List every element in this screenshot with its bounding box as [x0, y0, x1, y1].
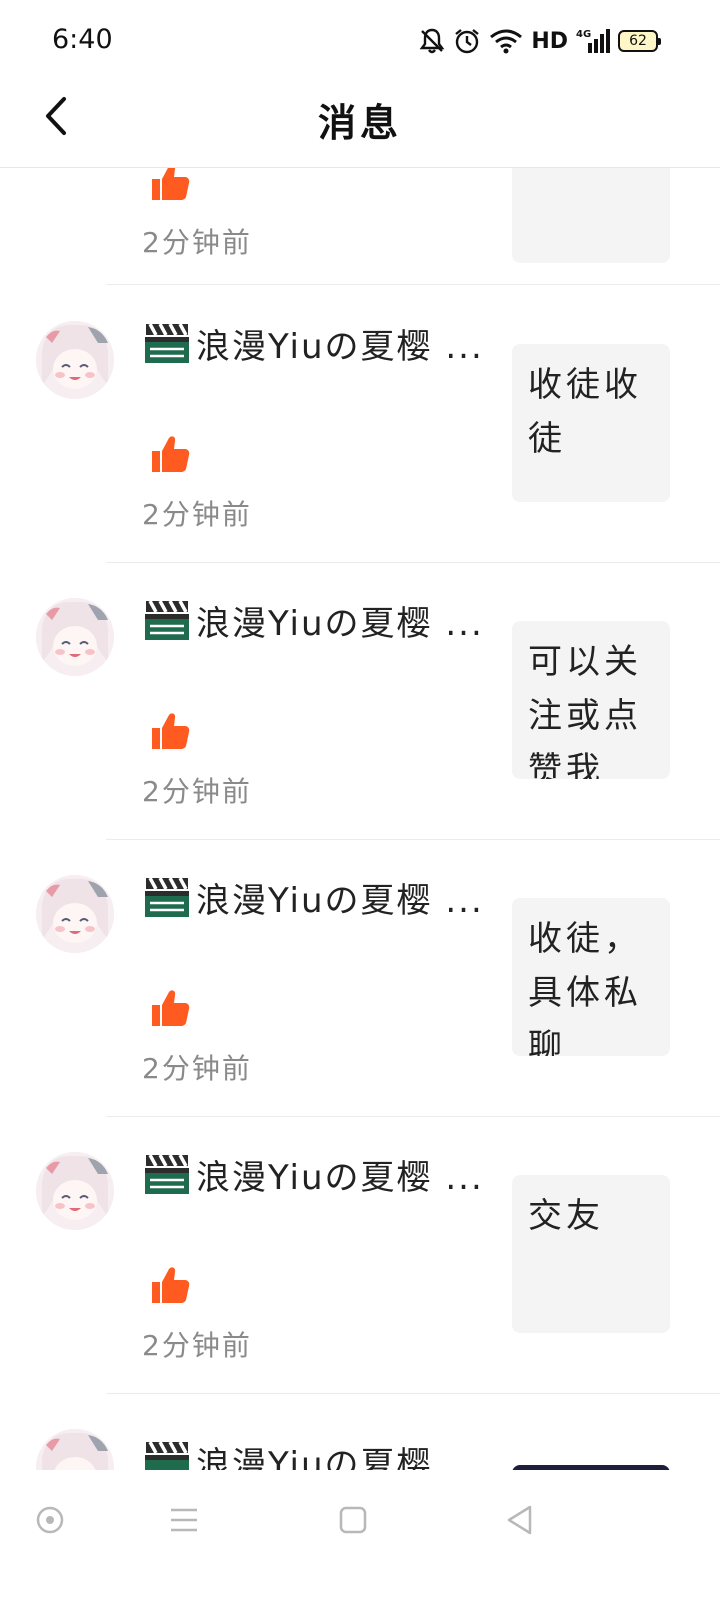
status-bar: 6:40 HD 4G 62: [0, 0, 720, 80]
avatar[interactable]: [36, 321, 114, 399]
avatar[interactable]: [36, 1152, 114, 1230]
network-type-label: HD: [531, 28, 568, 54]
avatar[interactable]: [36, 598, 114, 676]
message-sender-row[interactable]: 浪漫Yiuの夏樱 ...: [144, 596, 489, 644]
home-circle-icon: [36, 1506, 64, 1534]
status-icons: HD 4G 62: [419, 24, 661, 58]
signal-icon: 4G: [576, 29, 610, 53]
square-icon: [339, 1506, 367, 1534]
message-sender-name: 浪漫Yiuの夏樱 ...: [196, 880, 484, 921]
content-preview-text: 收徒，具体私聊: [528, 919, 642, 1056]
content-preview-text: 可以关注或点赞我: [528, 642, 642, 779]
battery-icon: 62: [618, 30, 661, 52]
message-sender-name: 浪漫Yiuの夏樱 ...: [196, 326, 484, 367]
message-item[interactable]: 浪漫Yiuの夏樱: [0, 1393, 720, 1470]
clapper-board-icon: [145, 1441, 189, 1470]
message-list[interactable]: 2分钟前 浪漫Yiuの夏樱 ... 2分钟前 收徒收徒 浪漫Yiuの夏樱 ...…: [0, 168, 720, 1470]
thumbs-up-icon: [152, 168, 190, 200]
message-time: 2分钟前: [142, 775, 252, 808]
page-title: 消息: [317, 101, 402, 145]
message-item[interactable]: 浪漫Yiuの夏樱 ... 2分钟前 交友: [0, 1116, 720, 1394]
message-sender-row[interactable]: 浪漫Yiuの夏樱 ...: [144, 873, 489, 921]
message-sender-name: 浪漫Yiuの夏樱 ...: [196, 603, 484, 644]
bell-off-icon: [419, 28, 445, 54]
message-sender-row[interactable]: 浪漫Yiuの夏樱: [144, 1437, 489, 1470]
avatar-image: [36, 598, 114, 676]
battery-level: 62: [629, 33, 647, 49]
thumbs-up-icon: [152, 713, 190, 749]
message-sender-row[interactable]: 浪漫Yiuの夏樱 ...: [144, 1150, 489, 1198]
message-time: 2分钟前: [142, 1329, 252, 1362]
signal-label: 4G: [576, 29, 591, 40]
avatar-image: [36, 875, 114, 953]
content-preview-text: 收徒收徒: [528, 365, 642, 459]
thumbs-up-icon: [152, 1267, 190, 1303]
header: 消息: [0, 80, 720, 168]
content-preview[interactable]: 交友: [512, 1175, 670, 1333]
message-item[interactable]: 浪漫Yiuの夏樱 ... 2分钟前 收徒，具体私聊: [0, 839, 720, 1117]
clapper-board-icon: [145, 1154, 189, 1194]
content-preview-text: 交友: [528, 1196, 604, 1236]
message-item[interactable]: 2分钟前: [0, 168, 720, 285]
clapper-board-icon: [145, 323, 189, 363]
message-time: 2分钟前: [142, 1052, 252, 1085]
message-item[interactable]: 浪漫Yiuの夏樱 ... 2分钟前 可以关注或点赞我: [0, 562, 720, 840]
menu-icon: [171, 1508, 197, 1532]
avatar-image: [36, 1152, 114, 1230]
avatar-image: [36, 321, 114, 399]
content-preview[interactable]: 收徒收徒: [512, 344, 670, 502]
system-nav-bar: [0, 1470, 720, 1600]
avatar-image: [36, 1429, 114, 1470]
home-circle-button[interactable]: [30, 1500, 70, 1540]
message-sender-name: 浪漫Yiuの夏樱 ...: [196, 1157, 484, 1198]
clapper-board-icon: [145, 877, 189, 917]
content-preview[interactable]: [512, 168, 670, 263]
thumbs-up-icon: [152, 436, 190, 472]
wifi-icon: [490, 29, 523, 54]
avatar[interactable]: [36, 875, 114, 953]
back-triangle-icon: [507, 1505, 532, 1535]
message-item[interactable]: 浪漫Yiuの夏樱 ... 2分钟前 收徒收徒: [0, 285, 720, 563]
message-time: 2分钟前: [142, 498, 252, 531]
recents-button[interactable]: [333, 1500, 373, 1540]
alarm-icon: [455, 29, 480, 54]
content-preview[interactable]: 可以关注或点赞我: [512, 621, 670, 779]
system-back-button[interactable]: [500, 1500, 540, 1540]
avatar[interactable]: [36, 1429, 114, 1470]
message-sender-row[interactable]: 浪漫Yiuの夏樱 ...: [144, 319, 489, 367]
message-time: 2分钟前: [142, 226, 252, 259]
clapper-board-icon: [145, 600, 189, 640]
message-sender-name: 浪漫Yiuの夏樱: [196, 1444, 433, 1471]
content-preview[interactable]: 收徒，具体私聊: [512, 898, 670, 1056]
status-time: 6:40: [52, 24, 113, 55]
menu-button[interactable]: [164, 1500, 204, 1540]
thumbs-up-icon: [152, 990, 190, 1026]
